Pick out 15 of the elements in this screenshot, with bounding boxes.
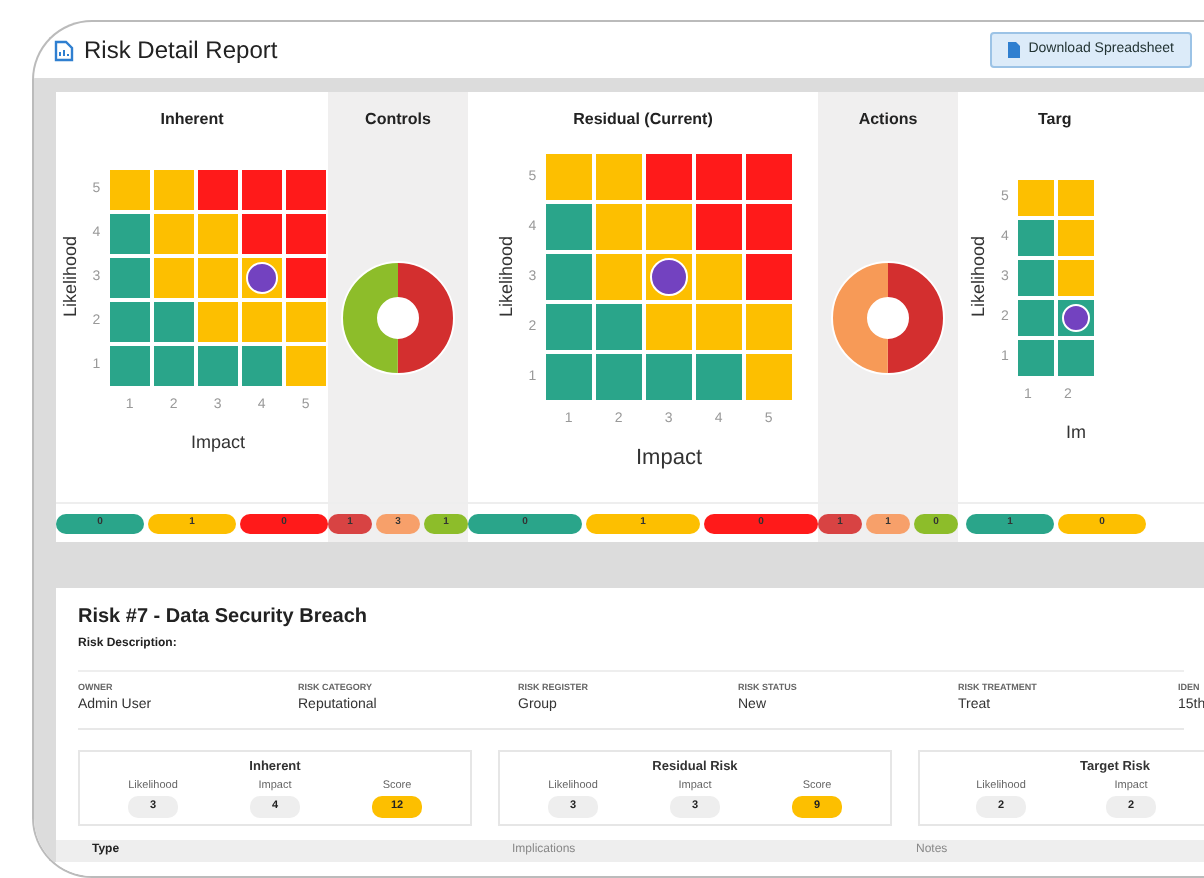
axis-label: Likelihood (493, 236, 518, 319)
axis-label: Im (1066, 420, 1086, 447)
document-icon (1008, 42, 1021, 58)
panel-title: Controls (365, 108, 431, 132)
page-title: Risk Detail Report (84, 34, 278, 68)
panel-title: Inherent (160, 108, 224, 132)
report-icon (54, 39, 74, 61)
axis-label: Impact (635, 443, 702, 474)
axis-label: Likelihood (966, 236, 990, 319)
panel-title: Residual (Current) (573, 108, 713, 132)
panel-title: Actions (858, 108, 918, 132)
axis-label: Impact (190, 430, 245, 457)
axis-label: Likelihood (57, 236, 82, 319)
risk-title: Risk #7 - Data Security Breach (78, 604, 370, 632)
panel-title: Targ (1038, 108, 1072, 132)
